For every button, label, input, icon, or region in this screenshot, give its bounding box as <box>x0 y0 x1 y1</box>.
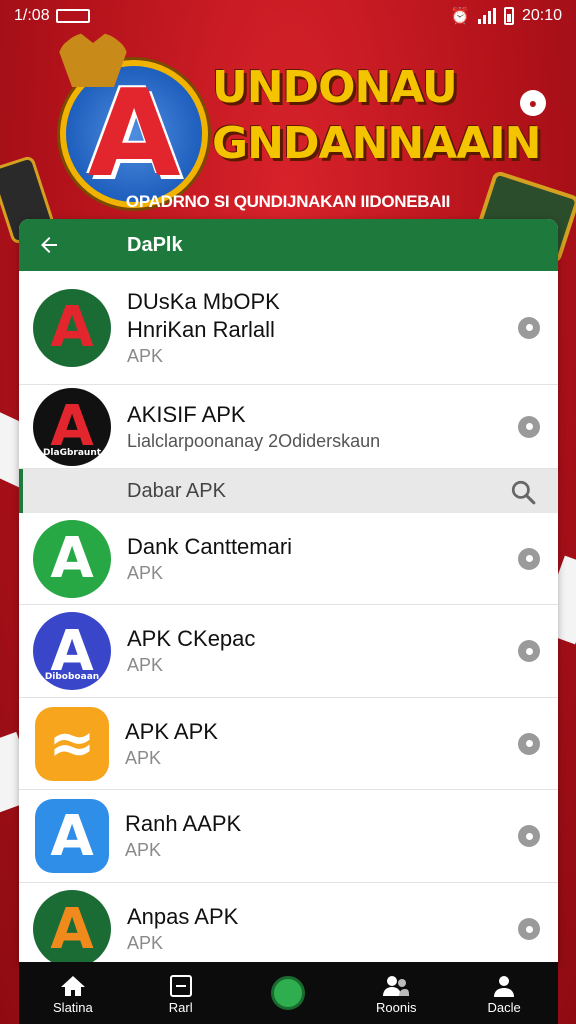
list-item[interactable]: A Ranh AAPK APK <box>19 790 558 883</box>
app-bar: DaPlk <box>19 219 558 271</box>
list-item[interactable]: ≈ APK APK APK <box>19 698 558 790</box>
app-subtitle: APK <box>127 933 164 953</box>
section-header: Dabar APK <box>19 469 558 513</box>
square-icon <box>169 972 193 1000</box>
app-title: Dank Canttemari <box>127 533 293 559</box>
app-title: APK APK <box>125 718 218 744</box>
section-label: Dabar APK <box>127 479 226 502</box>
app-subtitle: APK <box>127 562 164 583</box>
more-icon[interactable] <box>518 825 540 847</box>
hero-banner: A UNDONAU GNDANNAAIN ● OPADRNO SI QUNDIJ… <box>0 32 576 265</box>
app-icon: A DlaGbraunt <box>33 387 111 466</box>
app-subtitle: APK <box>125 840 162 860</box>
nav-label: Roonis <box>376 999 417 1015</box>
nav-label: Dacle <box>487 999 521 1015</box>
app-subtitle: Lialclarpoonanay 2Odiderskaun <box>127 430 381 451</box>
list-item[interactable]: A Dank Canttemari APK <box>19 513 558 605</box>
list-item[interactable]: A Anpas APK APK <box>19 883 558 964</box>
list-item[interactable]: A DUsKa MbOPK HnriKan Rarlall APK <box>19 271 558 385</box>
more-icon[interactable] <box>518 640 540 662</box>
app-title: APK CKepac <box>127 626 256 651</box>
list-item[interactable]: A DlaGbraunt AKISIF APK Lialclarpoonanay… <box>19 385 558 469</box>
status-bar: 1/:08 ⏰ 20:10 <box>0 0 576 32</box>
notification-icon <box>55 9 90 23</box>
nav-dacle[interactable]: Dacle <box>459 972 549 1015</box>
app-icon-caption: Diboboaan <box>44 672 100 682</box>
banner-title-line1: UNDONAU <box>212 62 458 113</box>
banner-title-line2: GNDANNAAIN <box>212 118 541 169</box>
status-clock: 20:10 <box>521 7 562 24</box>
search-icon[interactable] <box>510 479 536 505</box>
app-icon: A <box>33 519 111 598</box>
app-title: Ranh AAPK <box>125 811 242 836</box>
battery-icon <box>503 7 514 25</box>
app-subtitle: APK <box>127 345 164 366</box>
person-icon <box>492 972 516 1000</box>
app-list-panel: DaPlk A DUsKa MbOPK HnriKan Rarlall APK … <box>19 219 558 964</box>
banner-title: UNDONAU GNDANNAAIN <box>212 60 541 172</box>
app-title: Anpas APK <box>127 904 239 929</box>
more-icon[interactable] <box>518 732 540 755</box>
nav-label: Slatina <box>53 999 93 1015</box>
status-time: 1/:08 <box>14 7 50 24</box>
app-icon-caption: DlaGbraunt <box>42 447 102 458</box>
nav-label: Rarl <box>168 999 193 1015</box>
home-icon <box>60 972 86 1000</box>
arrow-left-icon[interactable] <box>37 229 69 261</box>
banner-subtitle: OPADRNO SI QUNDIJNAKAN IIDONEBAII <box>125 192 451 211</box>
app-icon: A <box>35 799 109 873</box>
app-icon: A <box>33 288 111 367</box>
alarm-icon: ⏰ <box>450 8 470 25</box>
people-icon <box>382 972 410 1000</box>
bottom-navigation: Slatina Rarl Roonis Dacle <box>19 962 558 1024</box>
more-icon[interactable] <box>518 547 540 570</box>
app-subtitle: APK <box>127 655 164 675</box>
nav-roonis[interactable]: Roonis <box>351 972 441 1015</box>
nav-center[interactable] <box>243 976 333 1010</box>
app-icon: A Diboboaan <box>33 612 111 690</box>
nav-rarl[interactable]: Rarl <box>136 972 226 1015</box>
app-icon: ≈ <box>35 706 109 781</box>
list-item[interactable]: A Diboboaan APK CKepac APK <box>19 605 558 698</box>
more-icon[interactable] <box>518 415 540 438</box>
app-icon: A <box>33 890 111 964</box>
nav-home[interactable]: Slatina <box>28 972 118 1015</box>
app-title-line2: HnriKan Rarlall <box>127 316 275 342</box>
more-icon[interactable] <box>518 316 540 339</box>
signal-icon <box>477 8 496 24</box>
app-subtitle: APK <box>125 747 162 768</box>
app-title: AKISIF APK <box>127 401 246 427</box>
more-icon[interactable] <box>518 918 540 940</box>
app-title: DUsKa MbOPK <box>127 288 280 314</box>
page-title: DaPlk <box>127 233 183 256</box>
location-pin-icon: ● <box>520 90 546 116</box>
circle-icon <box>271 976 306 1010</box>
